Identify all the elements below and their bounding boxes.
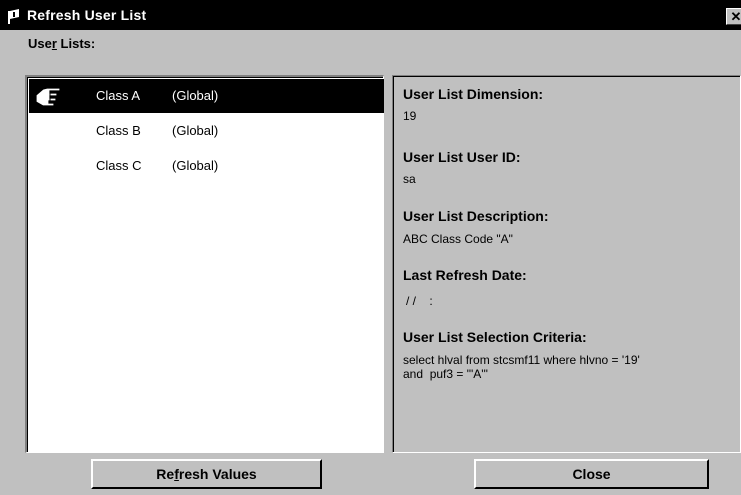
window-title: Refresh User List [27, 7, 147, 23]
close-icon: ✕ [730, 9, 741, 24]
list-item-scope: (Global) [172, 123, 219, 138]
refresh-date-value: / / : [406, 294, 433, 308]
description-label: User List Description: [403, 208, 549, 224]
userid-value: sa [403, 172, 416, 186]
app-icon [6, 8, 22, 24]
list-item-name: Class A [96, 88, 141, 103]
details-panel: User List Dimension: 19 User List User I… [392, 75, 741, 453]
list-item-scope: (Global) [172, 88, 219, 103]
refresh-date-label: Last Refresh Date: [403, 267, 527, 283]
pointing-hand-icon [33, 81, 63, 109]
criteria-line: and puf3 = "'A'" [403, 367, 488, 381]
refresh-values-button[interactable]: Refresh Values [91, 459, 322, 489]
list-item-name: Class C [96, 158, 142, 173]
dimension-value: 19 [403, 109, 417, 123]
user-lists-label: User Lists: [28, 36, 96, 51]
list-item-scope: (Global) [172, 158, 219, 173]
list-item[interactable]: Class B (Global) [29, 114, 384, 148]
user-lists-listbox[interactable]: Class A (Global) Class B (Global) Class … [25, 75, 384, 453]
dimension-label: User List Dimension: [403, 86, 544, 102]
list-item[interactable]: Class A (Global) [29, 79, 384, 113]
list-item-name: Class B [96, 123, 141, 138]
title-bar: Refresh User List ✕ [0, 0, 741, 30]
criteria-line: select hlval from stcsmf11 where hlvno =… [403, 353, 640, 367]
userid-label: User List User ID: [403, 149, 521, 165]
criteria-value: select hlval from stcsmf11 where hlvno =… [403, 353, 723, 381]
list-item[interactable]: Class C (Global) [29, 149, 384, 183]
window-close-button[interactable]: ✕ [726, 8, 741, 25]
criteria-label: User List Selection Criteria: [403, 329, 587, 345]
close-button[interactable]: Close [474, 459, 709, 489]
description-value: ABC Class Code "A" [403, 232, 513, 246]
